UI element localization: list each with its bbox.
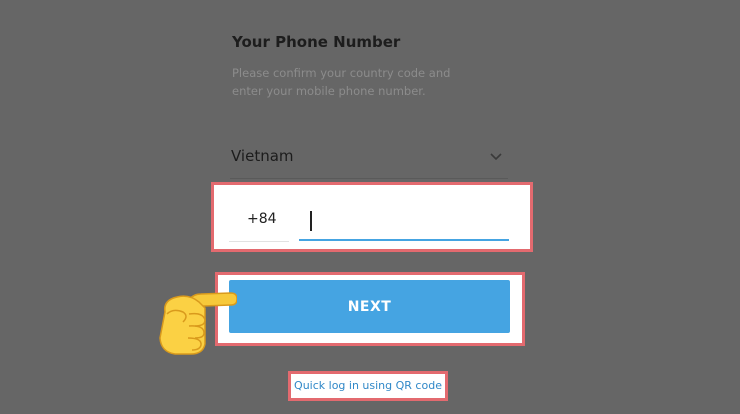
qr-login-link[interactable]: Quick log in using QR code [291,374,445,398]
phone-input-highlight: +84 [211,182,533,252]
country-code-value: +84 [247,211,277,227]
chevron-down-icon [490,153,502,161]
pointing-hand-icon [159,292,237,355]
phone-number-input[interactable] [299,205,509,241]
page-description: Please confirm your country code and ent… [232,64,522,100]
page-title: Your Phone Number [232,33,401,51]
description-line-1: Please confirm your country code and [232,66,451,80]
login-screen: Your Phone Number Please confirm your co… [0,0,740,414]
country-code-field[interactable]: +84 [229,205,289,242]
country-name: Vietnam [231,147,294,165]
next-button[interactable]: NEXT [229,280,510,333]
text-caret [310,211,312,231]
description-line-2: enter your mobile phone number. [232,84,426,98]
country-select[interactable]: Vietnam [230,138,508,179]
next-button-highlight: NEXT [215,272,525,346]
qr-link-highlight: Quick log in using QR code [288,371,448,401]
